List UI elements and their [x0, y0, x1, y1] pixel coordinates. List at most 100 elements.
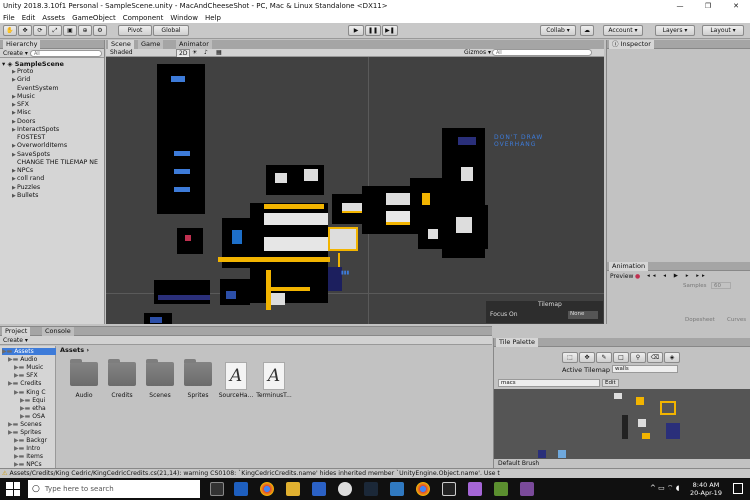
project-tree-item[interactable]: ▶▬ Intro [14, 445, 40, 452]
curves-tab[interactable]: Curves [727, 317, 746, 323]
menu-edit[interactable]: Edit [22, 14, 36, 22]
dopesheet-tab[interactable]: Dopesheet [685, 317, 715, 323]
account-button[interactable]: Account ▾ [603, 25, 643, 36]
app-icon[interactable] [520, 482, 534, 496]
lighting-icon[interactable]: ☀ [192, 49, 197, 56]
palette-tile[interactable] [660, 401, 676, 415]
close-button[interactable]: ✕ [722, 0, 750, 12]
transform-tool-icon[interactable]: ⊕ [78, 25, 92, 36]
project-tree-item[interactable]: ▶▬ Music [14, 364, 43, 371]
tab-tile-palette[interactable]: Tile Palette [496, 338, 538, 347]
gizmos-dropdown[interactable]: Gizmos ▾ [464, 49, 491, 56]
file-explorer-icon[interactable] [286, 482, 300, 496]
pause-button[interactable]: ❚❚ [365, 25, 381, 36]
asset-item[interactable]: Scenes [142, 359, 178, 399]
hierarchy-item[interactable]: ▶SFX [12, 101, 29, 109]
shading-dropdown[interactable]: Shaded [110, 49, 133, 56]
audio-icon[interactable]: ♪ [204, 49, 208, 56]
scene-search-input[interactable] [492, 49, 592, 56]
taskbar-search-box[interactable]: ○ Type here to search [28, 480, 200, 498]
hierarchy-item[interactable]: EventSystem [12, 85, 59, 93]
app-icon[interactable] [390, 482, 404, 496]
tab-animator[interactable]: Animator [176, 40, 212, 49]
palette-tile[interactable] [642, 433, 650, 439]
move-tool-icon[interactable]: ✥ [579, 352, 595, 363]
tray-icons[interactable]: ^ ▭ ⌔ ◖ [650, 484, 679, 493]
clock[interactable]: 8:40 AM 20-Apr-19 [686, 481, 726, 497]
palette-dropdown[interactable]: macs [498, 379, 600, 387]
select-tool-icon[interactable]: ⬚ [562, 352, 578, 363]
project-tree-item[interactable]: ▶▬ Sprites [8, 429, 41, 436]
scene-root[interactable]: ▾ ◈ SampleScene [2, 60, 64, 68]
tab-project[interactable]: Project [2, 327, 31, 336]
asset-item[interactable]: Credits [104, 359, 140, 399]
play-button[interactable]: ▶ [348, 25, 364, 36]
hierarchy-item[interactable]: ▶Bullets [12, 192, 38, 200]
tab-inspector[interactable]: ⓘ Inspector [609, 40, 654, 49]
scene-view[interactable]: DON'T DRAW OVERHANG ▮▮▮ Tilemap Focus On… [106, 57, 604, 324]
pivot-toggle[interactable]: Pivot [118, 25, 152, 36]
rect-tool-icon[interactable]: ▣ [63, 25, 77, 36]
tab-game[interactable]: Game [138, 40, 164, 49]
steam-icon[interactable] [364, 482, 378, 496]
menu-gameobject[interactable]: GameObject [72, 14, 116, 22]
fill-tool-icon[interactable]: ◈ [664, 352, 680, 363]
project-tree-item[interactable]: ▶▬ King C [14, 389, 46, 396]
project-tree-item[interactable]: ▶▬ Assets [2, 348, 56, 355]
hierarchy-item[interactable]: ▶Puzzles [12, 184, 40, 192]
maximize-button[interactable]: ❐ [694, 0, 722, 12]
asset-item[interactable]: A TerminusT... [256, 362, 292, 399]
task-view-icon[interactable] [210, 482, 224, 496]
focus-dropdown[interactable]: None [568, 311, 598, 319]
project-tree-item[interactable]: ▶▬ OSA [20, 413, 45, 420]
status-bar[interactable]: ⚠ Assets/Credits/King Cedric/KingCedricC… [0, 468, 750, 478]
hierarchy-item[interactable]: ▶SaveSpots [12, 151, 50, 159]
hierarchy-item[interactable]: ▶Doors [12, 118, 35, 126]
playback-controls[interactable]: ◂◂ ◂ ▶ ▸ ▸▸ [647, 273, 708, 279]
collab-button[interactable]: Collab ▾ [540, 25, 576, 36]
tab-scene[interactable]: Scene [108, 40, 134, 49]
asset-item[interactable]: Audio [66, 359, 102, 399]
menu-help[interactable]: Help [205, 14, 221, 22]
paint-tool-icon[interactable]: ✎ [596, 352, 612, 363]
windows-start-icon[interactable] [6, 482, 20, 496]
hierarchy-search-input[interactable] [30, 50, 102, 57]
preview-button[interactable]: Preview [610, 273, 633, 280]
project-tree-item[interactable]: ▶▬ Audio [8, 356, 37, 363]
palette-tile[interactable] [614, 393, 622, 399]
palette-tile[interactable] [666, 423, 680, 439]
hierarchy-item[interactable]: ▶InteractSpots [12, 126, 59, 134]
global-toggle[interactable]: Global [153, 25, 189, 36]
project-tree-item[interactable]: ▶▬ etha [20, 405, 46, 412]
project-tree-item[interactable]: ▶▬ Items [14, 453, 43, 460]
project-tree-item[interactable]: ▶▬ Scenes [8, 421, 42, 428]
hierarchy-item[interactable]: FOSTEST [12, 134, 45, 142]
palette-grid[interactable] [494, 389, 750, 459]
chrome-icon[interactable] [260, 482, 274, 496]
asset-item[interactable]: Sprites [180, 359, 216, 399]
tab-console[interactable]: Console [42, 327, 74, 336]
palette-tile[interactable] [622, 415, 628, 439]
palette-tile[interactable] [636, 397, 644, 405]
visual-studio-icon[interactable] [468, 482, 482, 496]
hierarchy-item[interactable]: ▶Misc [12, 109, 31, 117]
hierarchy-item[interactable]: ▶coll rand [12, 175, 44, 183]
layers-dropdown[interactable]: Layers ▾ [655, 25, 695, 36]
record-icon[interactable]: ● [635, 273, 640, 280]
hierarchy-item[interactable]: ▶NPCs [12, 167, 33, 175]
effects-icon[interactable]: ▦ [216, 49, 222, 56]
step-button[interactable]: ▶❚ [382, 25, 398, 36]
samples-field[interactable]: 60 [711, 282, 731, 289]
project-tree-item[interactable]: ▶▬ SFX [14, 372, 38, 379]
menu-file[interactable]: File [3, 14, 15, 22]
move-tool-icon[interactable]: ✥ [18, 25, 32, 36]
menu-window[interactable]: Window [170, 14, 198, 22]
app-icon[interactable] [494, 482, 508, 496]
tab-animation[interactable]: Animation [609, 262, 649, 271]
chrome-icon[interactable] [416, 482, 430, 496]
hierarchy-item[interactable]: ▶Grid [12, 76, 30, 84]
edge-icon[interactable] [234, 482, 248, 496]
menu-assets[interactable]: Assets [42, 14, 65, 22]
project-breadcrumb[interactable]: Assets › [60, 346, 89, 354]
project-create-button[interactable]: Create ▾ [3, 337, 28, 344]
